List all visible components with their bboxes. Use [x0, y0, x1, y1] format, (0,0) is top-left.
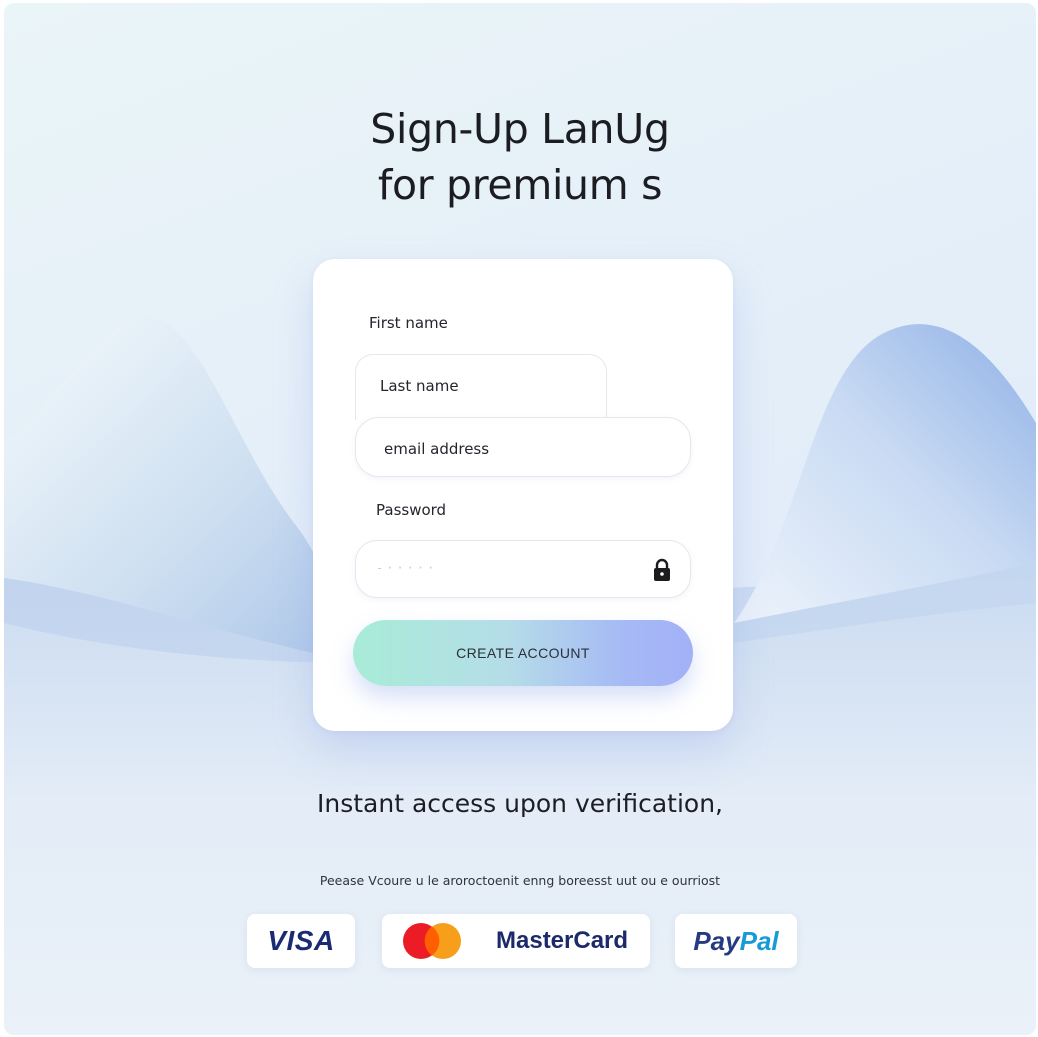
password-field[interactable]: -·····	[355, 540, 691, 598]
password-mask: -·····	[376, 561, 438, 575]
paypal-logo-text-part1: Pay	[693, 926, 740, 956]
visa-logo-text: VISA	[267, 925, 335, 956]
lock-icon	[654, 558, 670, 581]
mastercard-badge: MasterCard	[382, 914, 650, 968]
mastercard-logo-text: MasterCard	[496, 927, 629, 954]
first-name-label: First name	[369, 314, 448, 332]
paypal-badge: PayPal	[675, 914, 797, 968]
visa-badge: VISA	[247, 914, 355, 968]
mastercard-logo-icon	[403, 923, 461, 959]
last-name-placeholder: Last name	[380, 377, 459, 395]
page-title-line-1: Sign-Up LanUg	[370, 105, 670, 153]
paypal-logo-text-part2: Pal	[739, 926, 779, 956]
create-account-button[interactable]: CREATE ACCOUNT	[353, 620, 693, 686]
last-name-field[interactable]: Last name	[355, 354, 607, 420]
password-label: Password	[376, 501, 447, 519]
page-title: Sign-Up LanUg for premium s	[4, 101, 1036, 213]
email-placeholder: email address	[384, 440, 490, 458]
signup-page: Sign-Up LanUg for premium s First name L…	[4, 3, 1036, 1035]
email-field[interactable]: email address	[355, 417, 691, 477]
tagline: Instant access upon verification,	[317, 789, 723, 818]
signup-form-card: First name Last name email address Passw…	[313, 259, 733, 731]
paypal-logo-text: PayPal	[675, 926, 797, 957]
page-title-line-2: for premium s	[377, 161, 663, 209]
footer-note: Peease Vcoure u le aroroctoenit enng bor…	[319, 873, 721, 888]
